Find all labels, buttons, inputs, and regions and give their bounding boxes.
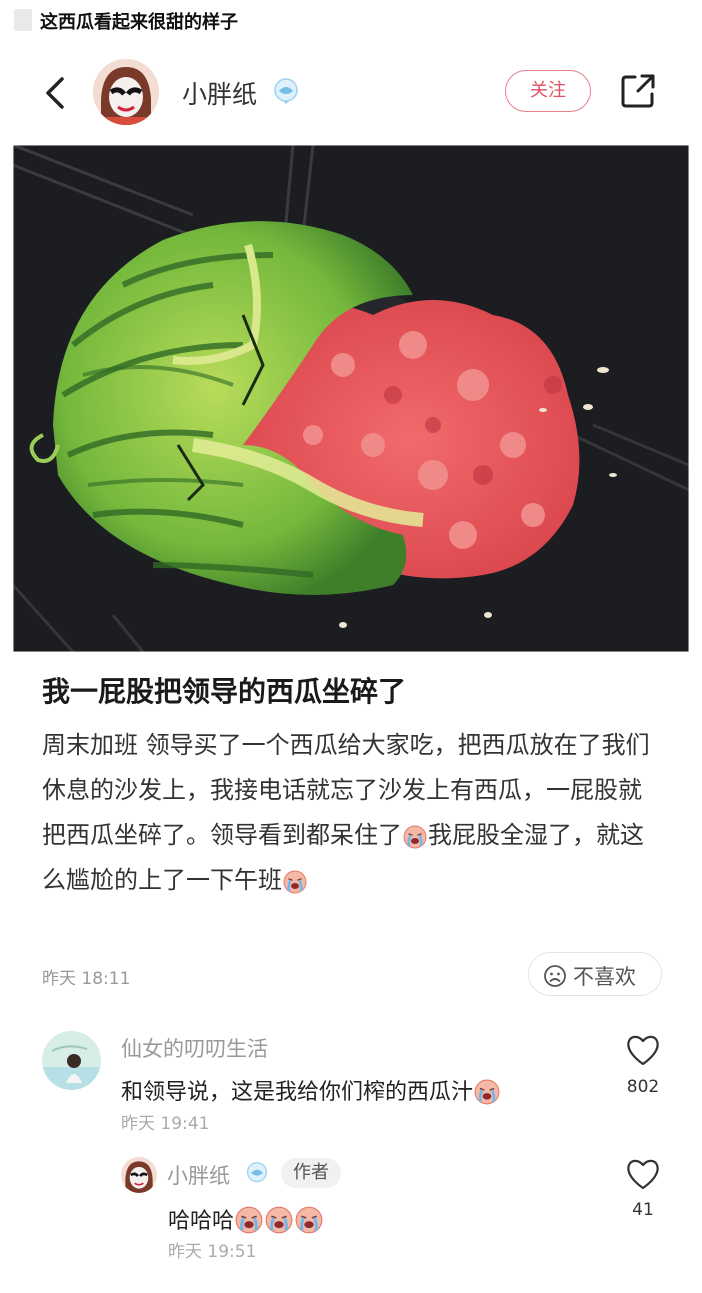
reply-text: 哈哈哈 xyxy=(168,1203,324,1235)
post-header: 小胖纸 关注 xyxy=(0,55,702,130)
document-icon xyxy=(14,9,32,31)
author-avatar[interactable] xyxy=(93,59,159,125)
share-icon[interactable] xyxy=(618,71,658,111)
follow-button[interactable]: 关注 xyxy=(505,70,591,112)
reply-text-content: 哈哈哈 xyxy=(168,1209,235,1234)
sad-face-icon xyxy=(544,965,566,987)
crying-face-emoji-icon xyxy=(474,1079,501,1105)
reply-author-avatar[interactable] xyxy=(121,1157,157,1193)
author-tag: 作者 xyxy=(281,1158,341,1188)
post-photo[interactable] xyxy=(13,145,689,652)
like-count: 802 xyxy=(626,1077,660,1097)
window-title-bar: 这西瓜看起来很甜的样子 xyxy=(0,0,702,40)
reply-timestamp: 昨天 19:51 xyxy=(168,1242,257,1262)
comment-text: 和领导说，这是我给你们榨的西瓜汁 xyxy=(121,1074,501,1106)
commenter-avatar[interactable] xyxy=(42,1031,101,1090)
dislike-label: 不喜欢 xyxy=(573,965,636,989)
dislike-button[interactable]: 不喜欢 xyxy=(528,952,662,996)
verified-badge-icon xyxy=(274,78,298,104)
back-arrow-icon[interactable] xyxy=(38,73,74,113)
heart-icon[interactable] xyxy=(625,1157,661,1191)
crying-face-emoji-icon xyxy=(235,1206,264,1234)
comment-text-content: 和领导说，这是我给你们榨的西瓜汁 xyxy=(121,1080,474,1105)
post-timestamp: 昨天 18:11 xyxy=(42,969,131,989)
crying-face-emoji-icon xyxy=(403,825,427,849)
verified-badge-icon xyxy=(246,1162,268,1183)
reply-username[interactable]: 小胖纸 xyxy=(167,1160,230,1190)
author-name[interactable]: 小胖纸 xyxy=(182,75,257,111)
heart-icon[interactable] xyxy=(625,1033,661,1067)
post-body: 周末加班 领导买了一个西瓜给大家吃，把西瓜放在了我们休息的沙发上，我接电话就忘了… xyxy=(42,723,664,903)
crying-face-emoji-icon xyxy=(265,1206,294,1234)
crying-face-emoji-icon xyxy=(283,870,307,894)
comment-timestamp: 昨天 19:41 xyxy=(121,1114,210,1134)
crying-face-emoji-icon xyxy=(295,1206,324,1234)
like-count: 41 xyxy=(632,1200,654,1220)
post-title: 我一屁股把领导的西瓜坐碎了 xyxy=(42,675,407,708)
window-title: 这西瓜看起来很甜的样子 xyxy=(40,12,238,33)
comment-username[interactable]: 仙女的叨叨生活 xyxy=(121,1033,268,1063)
